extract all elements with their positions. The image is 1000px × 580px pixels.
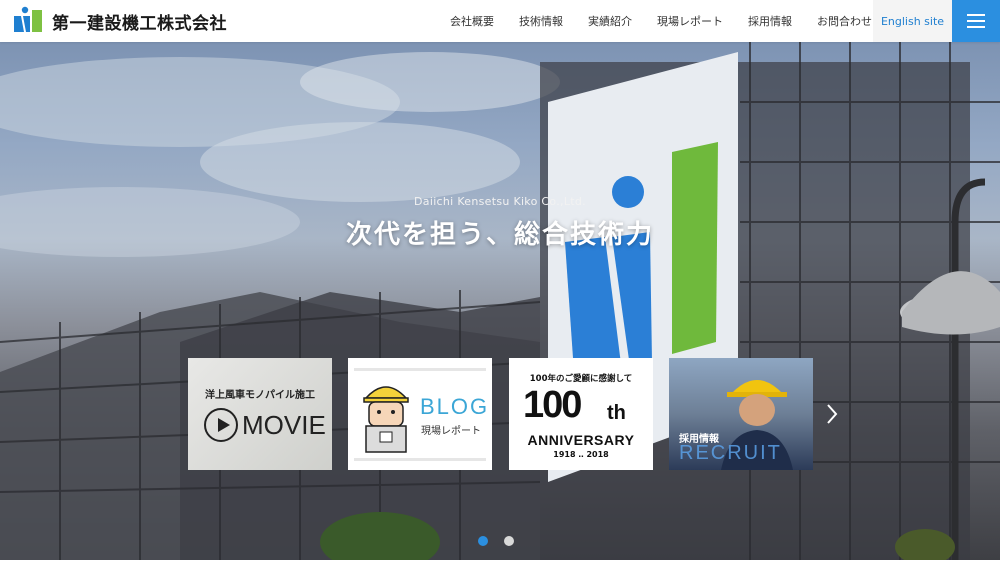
slider-dots	[478, 536, 530, 546]
recruit-word: RECRUIT	[679, 442, 782, 464]
company-name: 第一建設機工株式会社	[52, 13, 227, 34]
anniversary-suffix: th	[607, 402, 626, 424]
blog-word: BLOG	[420, 394, 490, 419]
logo-mark-icon	[14, 6, 42, 32]
hero-subtitle: Daiichi Kensetsu Kiko Co.,Ltd.	[414, 195, 586, 208]
slider-dot-2[interactable]	[504, 536, 514, 546]
nav-works[interactable]: 実績紹介	[588, 13, 632, 29]
movie-banner-caption: 洋上風車モノパイル施工	[205, 390, 315, 401]
movie-banner[interactable]: 洋上風車モノパイル施工 MOVIE	[188, 358, 332, 470]
slider-dot-1[interactable]	[478, 536, 488, 546]
play-icon	[204, 408, 238, 442]
movie-word: MOVIE	[242, 409, 326, 440]
divider	[354, 368, 486, 371]
hamburger-icon	[967, 14, 985, 28]
nav-recruit[interactable]: 採用情報	[748, 13, 792, 29]
company-logo[interactable]: 第一建設機工株式会社	[12, 6, 227, 36]
anniversary-banner[interactable]: 100年のご愛顧に感謝して 100 th ANNIVERSARY 1918 ‥ …	[509, 358, 653, 470]
divider	[354, 458, 486, 461]
nav-site-report[interactable]: 現場レポート	[657, 13, 723, 29]
blog-caption: 現場レポート	[421, 426, 481, 437]
nav-technology[interactable]: 技術情報	[519, 13, 563, 29]
hero-background-scene	[0, 42, 1000, 560]
anniversary-word: ANNIVERSARY	[527, 432, 635, 448]
site-header: 第一建設機工株式会社 会社概要 技術情報 実績紹介 現場レポート 採用情報 お問…	[0, 0, 1000, 42]
chevron-right-icon[interactable]	[822, 399, 842, 429]
anniversary-years: 1918 ‥ 2018	[553, 450, 609, 459]
menu-button[interactable]	[952, 0, 1000, 42]
hero-slider: Daiichi Kensetsu Kiko Co.,Ltd. 次代を担う、総合技…	[0, 42, 1000, 560]
hero-title: 次代を担う、総合技術力	[345, 220, 654, 250]
page-bottom-strip	[0, 560, 1000, 580]
anniversary-number: 100	[523, 384, 582, 426]
nav-contact[interactable]: お問合わせ	[817, 13, 872, 29]
english-site-link[interactable]: English site	[873, 0, 952, 42]
anniversary-caption: 100年のご愛顧に感謝して	[529, 374, 633, 384]
recruit-banner[interactable]: 採用情報 RECRUIT	[669, 358, 813, 470]
blog-banner[interactable]: BLOG 現場レポート	[348, 358, 492, 470]
movie-banner-label: MOVIE	[204, 408, 326, 442]
nav-company[interactable]: 会社概要	[450, 13, 494, 29]
main-nav: 会社概要 技術情報 実績紹介 現場レポート 採用情報 お問合わせ	[450, 0, 897, 42]
worker-mascot-icon	[363, 386, 409, 453]
